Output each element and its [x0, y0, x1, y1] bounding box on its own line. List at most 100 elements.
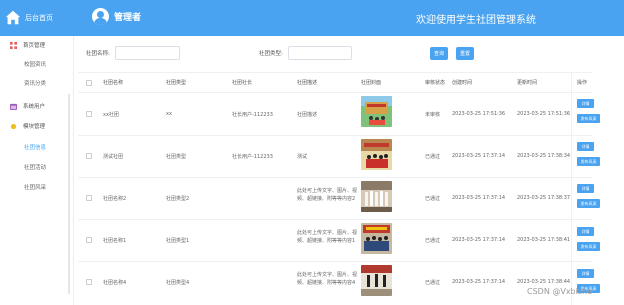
- row-checkbox[interactable]: [86, 111, 92, 117]
- cover-photo-icon: [361, 223, 392, 254]
- sidebar-item-label: 系统用户: [23, 104, 46, 110]
- action-column-divider: [571, 72, 572, 305]
- header-created-time[interactable]: 创建时间: [452, 79, 472, 86]
- brand[interactable]: 后台首页: [0, 0, 74, 36]
- cell-created-time: 2023-03-25 17:37:14: [452, 237, 506, 243]
- cell-club-desc: 社团描述: [297, 112, 318, 118]
- cell-updated-time: 2023-03-25 17:51:36: [517, 111, 571, 117]
- cell-club-type: 社团类型: [166, 154, 187, 160]
- post-showcase-button[interactable]: 发布风采: [577, 114, 600, 123]
- cell-club-name: 测试社团: [103, 154, 124, 160]
- cell-club-name: 社团名称4: [103, 280, 127, 286]
- cell-club-desc: 此处可上传文字、图片、视频、超链接、附等等内容1: [297, 230, 358, 244]
- cell-club-leader: 社长用户-112233: [232, 154, 273, 160]
- home-icon: [5, 10, 21, 25]
- header-actions: 操作: [577, 80, 588, 86]
- header-club-leader[interactable]: 社团社长: [232, 79, 252, 86]
- cell-club-name: xx社团: [103, 112, 119, 118]
- cell-club-type: 社团类型2: [166, 196, 190, 202]
- sidebar-item-system-users[interactable]: 系统用户: [10, 102, 45, 110]
- post-showcase-button[interactable]: 发布风采: [577, 199, 600, 208]
- row-checkbox[interactable]: [86, 195, 92, 201]
- calendar-icon: [10, 103, 17, 110]
- club-cover-image[interactable]: [361, 139, 392, 170]
- club-name-label: 社团名称:: [86, 51, 110, 57]
- cover-photo-icon: [361, 265, 392, 296]
- user-name: 管理者: [114, 13, 142, 23]
- club-cover-image[interactable]: [361, 223, 392, 254]
- post-showcase-button[interactable]: 发布风采: [577, 242, 600, 251]
- cell-review-status: 未审核: [425, 112, 441, 118]
- club-type-label: 社团类型:: [259, 51, 283, 57]
- cover-photo-icon: [361, 96, 392, 127]
- detail-button[interactable]: 详情: [577, 269, 594, 278]
- cell-updated-time: 2023-03-25 17:38:41: [517, 237, 571, 243]
- club-cover-image[interactable]: [361, 181, 392, 212]
- query-button[interactable]: 查询: [430, 47, 448, 60]
- cell-club-type: xx: [166, 111, 172, 117]
- cover-photo-icon: [361, 139, 392, 170]
- grid-icon: [10, 41, 17, 49]
- sun-icon: [10, 123, 17, 129]
- cell-club-desc: 此处可上传文字、图片、视频、超链接、附等等内容2: [297, 188, 358, 202]
- top-bar: 后台首页 管理者 欢迎使用学生社团管理系统: [0, 0, 624, 36]
- post-showcase-button[interactable]: 发布风采: [577, 157, 600, 166]
- cell-created-time: 2023-03-25 17:37:14: [452, 279, 506, 285]
- row-divider: [78, 219, 592, 220]
- table-header-divider: [78, 92, 592, 93]
- header-club-type[interactable]: 社团类型: [166, 79, 186, 86]
- detail-button[interactable]: 详情: [577, 184, 594, 193]
- sidebar-item-label: 首页管理: [23, 43, 46, 49]
- cell-updated-time: 2023-03-25 17:38:37: [517, 195, 571, 201]
- row-checkbox[interactable]: [86, 279, 92, 285]
- cell-updated-time: 2023-03-25 17:38:44: [517, 279, 571, 285]
- cell-review-status: 已通过: [425, 280, 441, 286]
- csdn-watermark: CSDN @Vxbishe: [527, 287, 593, 296]
- club-cover-image[interactable]: [361, 265, 392, 296]
- sidebar-item-label: 模块管理: [23, 124, 46, 130]
- sidebar-item-module-manage[interactable]: 模块管理: [10, 122, 45, 130]
- club-cover-image[interactable]: [361, 96, 392, 127]
- detail-button[interactable]: 详情: [577, 142, 594, 151]
- table-border: [78, 72, 592, 73]
- cover-photo-icon: [361, 181, 392, 212]
- row-checkbox[interactable]: [86, 237, 92, 243]
- reset-button[interactable]: 重置: [456, 47, 474, 60]
- sidebar-item-club-activities[interactable]: 社团活动: [24, 163, 46, 171]
- row-divider: [78, 177, 592, 178]
- header-club-cover[interactable]: 社团封面: [361, 79, 381, 86]
- cell-created-time: 2023-03-25 17:37:14: [452, 195, 506, 201]
- select-all-checkbox[interactable]: [86, 80, 92, 86]
- cell-created-time: 2023-03-25 17:51:36: [452, 111, 506, 117]
- cell-club-name: 社团名称1: [103, 238, 127, 244]
- sidebar-item-club-showcase[interactable]: 社团风采: [24, 183, 46, 191]
- row-divider: [78, 135, 592, 136]
- club-type-input[interactable]: [288, 46, 352, 60]
- detail-button[interactable]: 详情: [577, 227, 594, 236]
- avatar: [92, 8, 109, 25]
- club-name-input[interactable]: [115, 46, 180, 60]
- sidebar-item-club-info[interactable]: 社团信息: [24, 143, 46, 151]
- header-club-desc[interactable]: 社团描述: [297, 79, 317, 86]
- cell-review-status: 已通过: [425, 154, 441, 160]
- brand-label: 后台首页: [25, 14, 53, 22]
- cell-club-leader: 社长用户-112233: [232, 112, 273, 118]
- sidebar-item-home-manage[interactable]: 首页管理: [10, 41, 45, 49]
- cell-club-desc: 测试: [297, 154, 308, 160]
- cell-club-name: 社团名称2: [103, 196, 127, 202]
- header-review-status[interactable]: 审核状态: [425, 79, 445, 86]
- cell-created-time: 2023-03-25 17:37:14: [452, 153, 506, 159]
- cell-review-status: 已通过: [425, 196, 441, 202]
- user-profile[interactable]: 管理者: [92, 8, 141, 25]
- header-updated-time[interactable]: 更新时间: [517, 79, 537, 86]
- cell-updated-time: 2023-03-25 17:38:34: [517, 153, 571, 159]
- sidebar-scrollbar[interactable]: [68, 94, 70, 294]
- row-divider: [78, 261, 592, 262]
- sidebar-item-news-category[interactable]: 资讯分类: [24, 79, 46, 87]
- cell-club-type: 社团类型1: [166, 238, 190, 244]
- sidebar-item-campus-news[interactable]: 校园资讯: [24, 60, 46, 68]
- header-club-name[interactable]: 社团名称: [103, 79, 123, 86]
- detail-button[interactable]: 详情: [577, 99, 594, 108]
- welcome-text: 欢迎使用学生社团管理系统: [416, 15, 536, 26]
- row-checkbox[interactable]: [86, 153, 92, 159]
